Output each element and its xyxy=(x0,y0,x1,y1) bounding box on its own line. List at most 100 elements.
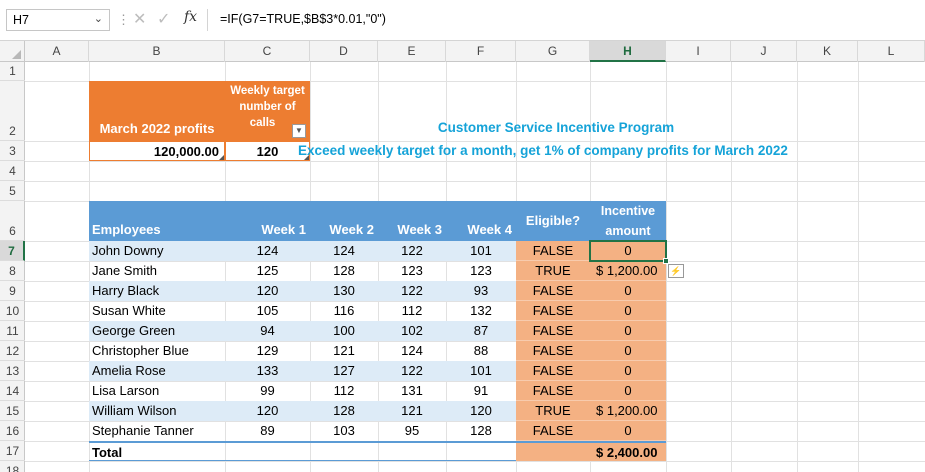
profits-header-cell[interactable]: March 2022 profits xyxy=(89,81,225,141)
week2-cell[interactable]: 100 xyxy=(310,321,378,341)
eligible-cell[interactable]: FALSE xyxy=(516,241,590,261)
week3-cell[interactable]: 122 xyxy=(378,361,446,381)
employee-name-cell[interactable]: Amelia Rose xyxy=(89,361,225,381)
eligible-cell[interactable]: FALSE xyxy=(516,341,590,361)
employee-name-cell[interactable]: William Wilson xyxy=(89,401,225,421)
row-header-8[interactable]: 8 xyxy=(0,261,25,281)
chevron-down-icon[interactable]: ⌄ xyxy=(94,12,103,25)
name-box[interactable]: H7 ⌄ xyxy=(6,9,110,31)
employee-name-cell[interactable]: Susan White xyxy=(89,301,225,321)
week3-cell[interactable]: 112 xyxy=(378,301,446,321)
cancel-icon[interactable]: ✕ xyxy=(133,9,146,29)
incentive-amount-cell[interactable]: 0 xyxy=(590,301,666,321)
week2-cell[interactable]: 121 xyxy=(310,341,378,361)
incentive-amount-cell[interactable]: $ 1,200.00 xyxy=(590,401,666,421)
row-header-1[interactable]: 1 xyxy=(0,62,25,81)
eligible-cell[interactable]: FALSE xyxy=(516,361,590,381)
row-header-18[interactable]: 18 xyxy=(0,461,25,472)
week1-cell[interactable]: 120 xyxy=(225,401,310,421)
incentive-amount-cell[interactable]: 0 xyxy=(590,361,666,381)
header-employees[interactable]: Employees xyxy=(89,201,225,241)
week4-cell[interactable]: 132 xyxy=(446,301,516,321)
incentive-amount-cell[interactable]: 0 xyxy=(590,341,666,361)
header-week1[interactable]: Week 1 xyxy=(225,201,310,241)
column-header-k[interactable]: K xyxy=(797,41,858,62)
week3-cell[interactable]: 123 xyxy=(378,261,446,281)
select-all-corner[interactable] xyxy=(0,41,25,62)
week2-cell[interactable]: 116 xyxy=(310,301,378,321)
column-header-b[interactable]: B xyxy=(89,41,225,62)
eligible-cell[interactable]: TRUE xyxy=(516,261,590,281)
week3-cell[interactable]: 131 xyxy=(378,381,446,401)
column-header-d[interactable]: D xyxy=(310,41,378,62)
header-week4[interactable]: Week 4 xyxy=(446,201,516,241)
week3-cell[interactable]: 124 xyxy=(378,341,446,361)
column-header-l[interactable]: L xyxy=(858,41,925,62)
week1-cell[interactable]: 94 xyxy=(225,321,310,341)
weekly-target-header-cell[interactable]: Weekly target number of calls ▼ xyxy=(225,81,310,141)
header-week3[interactable]: Week 3 xyxy=(378,201,446,241)
header-week2[interactable]: Week 2 xyxy=(310,201,378,241)
week2-cell[interactable]: 112 xyxy=(310,381,378,401)
week1-cell[interactable]: 129 xyxy=(225,341,310,361)
week2-cell[interactable]: 124 xyxy=(310,241,378,261)
incentive-amount-cell[interactable]: 0 xyxy=(590,421,666,441)
employee-name-cell[interactable]: Harry Black xyxy=(89,281,225,301)
row-header-15[interactable]: 15 xyxy=(0,401,25,421)
week3-cell[interactable]: 122 xyxy=(378,241,446,261)
week4-cell[interactable]: 101 xyxy=(446,361,516,381)
employee-name-cell[interactable]: John Downy xyxy=(89,241,225,261)
eligible-cell[interactable]: FALSE xyxy=(516,281,590,301)
column-header-a[interactable]: A xyxy=(25,41,89,62)
profits-value-cell[interactable]: 120,000.00 xyxy=(89,141,225,161)
enter-check-icon[interactable]: ✓ xyxy=(157,9,170,29)
row-header-12[interactable]: 12 xyxy=(0,341,25,361)
week1-cell[interactable]: 99 xyxy=(225,381,310,401)
total-empty-cell[interactable] xyxy=(225,441,310,461)
week3-cell[interactable]: 121 xyxy=(378,401,446,421)
employee-name-cell[interactable]: Jane Smith xyxy=(89,261,225,281)
row-header-3[interactable]: 3 xyxy=(0,141,25,161)
filter-dropdown-icon[interactable]: ▼ xyxy=(292,124,306,138)
week2-cell[interactable]: 130 xyxy=(310,281,378,301)
incentive-amount-cell[interactable]: $ 1,200.00 xyxy=(590,261,666,281)
week1-cell[interactable]: 120 xyxy=(225,281,310,301)
worksheet-grid[interactable]: March 2022 profits Weekly target number of… xyxy=(25,62,925,472)
insert-function-icon[interactable]: fx xyxy=(184,9,197,25)
column-header-h[interactable]: H xyxy=(590,41,666,62)
employee-name-cell[interactable]: Lisa Larson xyxy=(89,381,225,401)
total-amount-cell[interactable]: $ 2,400.00 xyxy=(590,441,666,461)
employee-name-cell[interactable]: George Green xyxy=(89,321,225,341)
quick-analysis-icon[interactable]: ⚡ xyxy=(668,264,684,278)
incentive-amount-cell[interactable]: 0 xyxy=(590,381,666,401)
week1-cell[interactable]: 125 xyxy=(225,261,310,281)
row-header-5[interactable]: 5 xyxy=(0,181,25,201)
week4-cell[interactable]: 101 xyxy=(446,241,516,261)
row-header-11[interactable]: 11 xyxy=(0,321,25,341)
row-header-2[interactable]: 2 xyxy=(0,81,25,141)
eligible-cell[interactable]: FALSE xyxy=(516,381,590,401)
header-incentive-amount[interactable]: Incentive amount xyxy=(590,201,666,241)
total-empty-cell[interactable] xyxy=(378,441,446,461)
row-header-4[interactable]: 4 xyxy=(0,161,25,181)
incentive-amount-cell[interactable]: 0 xyxy=(590,241,666,261)
header-eligible[interactable]: Eligible? xyxy=(516,201,590,241)
column-header-c[interactable]: C xyxy=(225,41,310,62)
week4-cell[interactable]: 120 xyxy=(446,401,516,421)
week3-cell[interactable]: 95 xyxy=(378,421,446,441)
program-title[interactable]: Customer Service Incentive Program xyxy=(356,117,756,139)
row-header-6[interactable]: 6 xyxy=(0,201,25,241)
column-header-f[interactable]: F xyxy=(446,41,516,62)
row-header-10[interactable]: 10 xyxy=(0,301,25,321)
eligible-cell[interactable]: TRUE xyxy=(516,401,590,421)
employee-name-cell[interactable]: Christopher Blue xyxy=(89,341,225,361)
eligible-cell[interactable]: FALSE xyxy=(516,301,590,321)
more-options-icon[interactable]: ⋮ xyxy=(117,12,130,28)
week2-cell[interactable]: 128 xyxy=(310,401,378,421)
week2-cell[interactable]: 103 xyxy=(310,421,378,441)
employee-name-cell[interactable]: Stephanie Tanner xyxy=(89,421,225,441)
total-eligible-cell[interactable] xyxy=(516,441,590,461)
week4-cell[interactable]: 87 xyxy=(446,321,516,341)
eligible-cell[interactable]: FALSE xyxy=(516,321,590,341)
incentive-amount-cell[interactable]: 0 xyxy=(590,321,666,341)
